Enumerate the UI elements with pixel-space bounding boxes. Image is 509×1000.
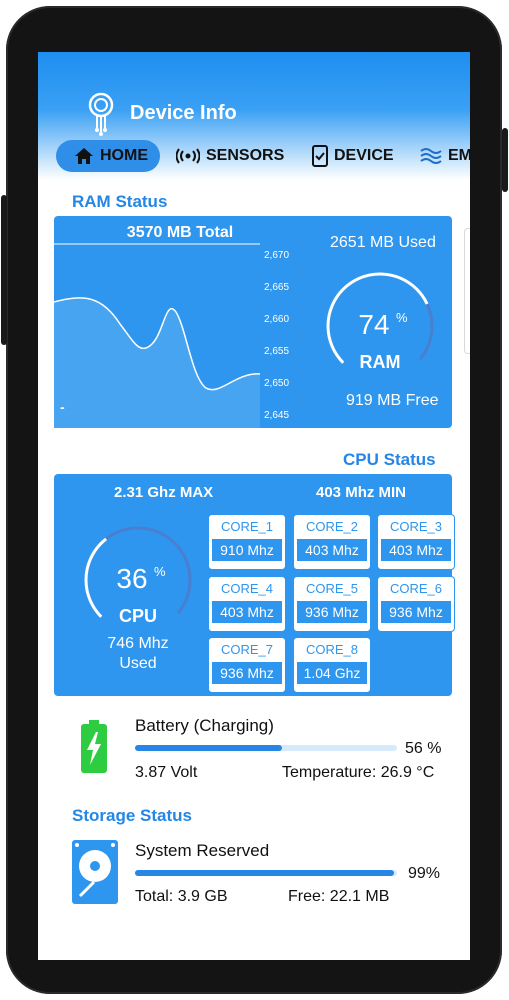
tab-home-label: HOME xyxy=(100,147,148,164)
tab-sensors-label: SENSORS xyxy=(206,147,285,164)
core-tile-1: CORE_1 910 Mhz xyxy=(208,514,286,570)
core-name: CORE_6 xyxy=(389,581,443,596)
cpu-used: 746 Mhz Used xyxy=(78,634,198,674)
cpu-gauge: 36 % CPU xyxy=(84,526,192,634)
tab-bar: HOME SENSORS DEVICE EM xyxy=(38,140,470,174)
ram-chart-marker: - xyxy=(60,399,65,415)
cpu-min-freq: 403 Mhz MIN xyxy=(316,484,407,501)
storage-percent: 99% xyxy=(408,865,441,882)
core-value: 936 Mhz xyxy=(297,601,367,623)
tab-em-label: EM xyxy=(448,147,470,164)
phone-side-button-left xyxy=(1,195,7,345)
core-tile-6: CORE_6 936 Mhz xyxy=(377,576,455,632)
ram-card: 2,670 2,665 2,660 2,655 2,650 2,645 - 35… xyxy=(54,216,452,428)
core-name: CORE_8 xyxy=(305,642,359,657)
core-name: CORE_3 xyxy=(389,519,443,534)
battery-percent: 56 % xyxy=(405,740,442,757)
cpu-max-freq: 2.31 Ghz MAX xyxy=(114,484,214,501)
storage-free: Free: 22.1 MB xyxy=(288,888,390,905)
battery-temperature: Temperature: 26.9 °C xyxy=(282,764,435,781)
home-icon xyxy=(75,148,93,164)
ram-axis-tick: 2,660 xyxy=(264,314,289,325)
core-tile-7: CORE_7 936 Mhz xyxy=(208,637,286,693)
app-title: Device Info xyxy=(130,102,237,124)
ram-axis-tick: 2,645 xyxy=(264,410,289,421)
ram-axis-tick: 2,665 xyxy=(264,282,289,293)
cpu-percent-value: 36 xyxy=(116,563,147,594)
waves-icon xyxy=(420,148,442,164)
ram-axis-tick: 2,670 xyxy=(264,250,289,261)
cpu-percent-sign: % xyxy=(154,564,166,579)
device-check-icon xyxy=(312,145,328,167)
cpu-used-value: 746 Mhz xyxy=(107,635,169,652)
tab-home[interactable]: HOME xyxy=(56,140,160,172)
ram-total: 3570 MB Total xyxy=(126,224,234,241)
ram-gauge-label: RAM xyxy=(360,352,401,372)
storage-total: Total: 3.9 GB xyxy=(135,888,228,905)
ram-percent-value: 74 xyxy=(358,309,389,340)
core-name: CORE_1 xyxy=(220,519,274,534)
tab-device[interactable]: DEVICE xyxy=(312,140,394,172)
battery-voltage: 3.87 Volt xyxy=(135,764,198,781)
cpu-gauge-label: CPU xyxy=(119,606,157,626)
app-logo-icon xyxy=(88,92,114,136)
ram-free: 919 MB Free xyxy=(346,392,439,409)
core-name: CORE_5 xyxy=(305,581,359,596)
core-value: 1.04 Ghz xyxy=(297,662,367,684)
core-value: 403 Mhz xyxy=(381,539,451,561)
core-tile-5: CORE_5 936 Mhz xyxy=(293,576,371,632)
storage-progress-bar xyxy=(135,870,397,876)
ram-section-title: RAM Status xyxy=(72,192,168,211)
hard-drive-icon xyxy=(72,840,118,904)
battery-progress-bar xyxy=(135,745,397,751)
core-name: CORE_7 xyxy=(220,642,274,657)
storage-section-title: Storage Status xyxy=(72,806,192,825)
core-name: CORE_2 xyxy=(305,519,359,534)
ram-percent-sign: % xyxy=(396,310,408,325)
core-value: 910 Mhz xyxy=(212,539,282,561)
tab-em[interactable]: EM xyxy=(420,140,470,172)
core-value: 936 Mhz xyxy=(381,601,451,623)
core-name: CORE_4 xyxy=(220,581,274,596)
battery-charging-icon xyxy=(81,720,107,773)
cpu-section-title: CPU Status xyxy=(343,450,436,469)
cpu-used-label: Used xyxy=(119,655,157,672)
tab-device-label: DEVICE xyxy=(334,147,394,164)
battery-label: Battery (Charging) xyxy=(135,716,274,735)
core-tile-3: CORE_3 403 Mhz xyxy=(377,514,455,570)
app-header: Device Info HOME SENSORS DEVICE EM xyxy=(38,52,470,180)
core-value: 403 Mhz xyxy=(212,601,282,623)
app-screen: Device Info HOME SENSORS DEVICE EM RAM S… xyxy=(38,52,470,960)
ram-axis-tick: 2,655 xyxy=(264,346,289,357)
phone-side-button-right xyxy=(502,128,508,192)
storage-progress-fill xyxy=(135,870,395,876)
ram-history-chart: 2,670 2,665 2,660 2,655 2,650 2,645 - xyxy=(54,243,289,428)
core-value: 936 Mhz xyxy=(212,662,282,684)
battery-progress-fill xyxy=(135,745,282,751)
ram-used: 2651 MB Used xyxy=(330,234,436,251)
tab-sensors[interactable]: SENSORS xyxy=(176,140,284,172)
scroll-hint xyxy=(464,228,470,354)
core-tile-8: CORE_8 1.04 Ghz xyxy=(293,637,371,693)
core-tile-2: CORE_2 403 Mhz xyxy=(293,514,371,570)
ram-axis-tick: 2,650 xyxy=(264,378,289,389)
cpu-card: 2.31 Ghz MAX 403 Mhz MIN 36 % CPU 746 Mh… xyxy=(54,474,455,696)
core-value: 403 Mhz xyxy=(297,539,367,561)
core-tile-4: CORE_4 403 Mhz xyxy=(208,576,286,632)
ram-gauge: 74 % RAM xyxy=(326,272,434,380)
storage-label: System Reserved xyxy=(135,841,270,860)
broadcast-icon xyxy=(176,148,200,164)
